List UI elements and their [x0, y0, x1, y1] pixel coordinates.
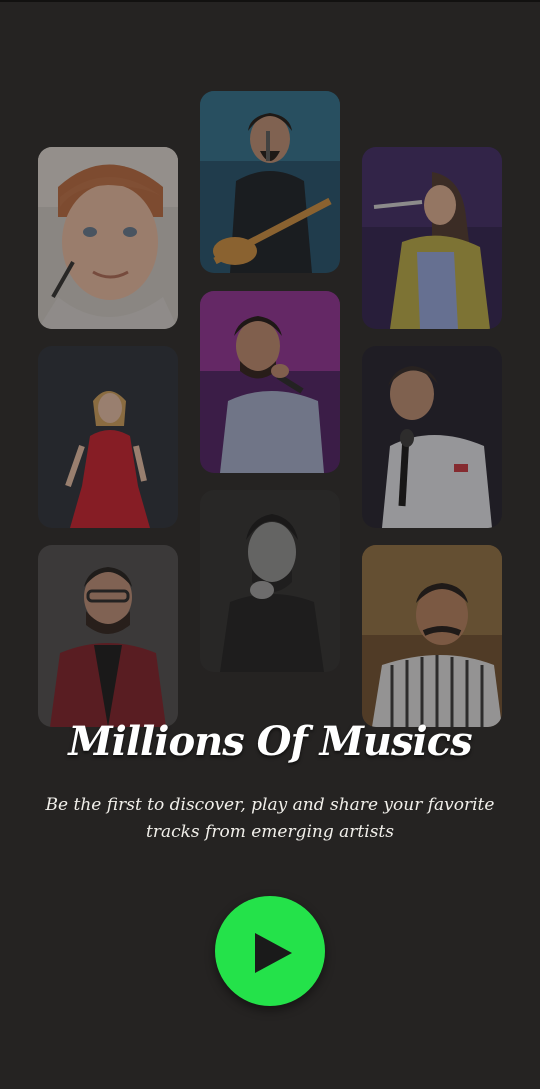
artist-photo-2 [200, 91, 340, 273]
artist-photo-8 [200, 490, 340, 672]
artist-photo-3 [362, 147, 502, 329]
artist-photo-9 [362, 545, 502, 727]
top-divider [0, 0, 540, 2]
artist-photo-7 [38, 545, 178, 727]
artist-photo-6 [362, 346, 502, 528]
artist-photo-5 [200, 291, 340, 473]
play-button[interactable] [215, 896, 325, 1006]
artist-card-1[interactable] [38, 147, 178, 329]
artist-card-8[interactable] [200, 490, 340, 672]
artist-card-2[interactable] [200, 91, 340, 273]
artist-photo-4 [38, 346, 178, 528]
artist-card-6[interactable] [362, 346, 502, 528]
artist-photo-1 [38, 147, 178, 329]
artist-card-7[interactable] [38, 545, 178, 727]
page-subtitle: Be the first to discover, play and share… [45, 795, 495, 842]
artist-card-3[interactable] [362, 147, 502, 329]
artist-card-5[interactable] [200, 291, 340, 473]
page-title: Millions Of Musics [68, 718, 472, 765]
artist-card-4[interactable] [38, 346, 178, 528]
artist-card-9[interactable] [362, 545, 502, 727]
play-icon [255, 933, 292, 973]
